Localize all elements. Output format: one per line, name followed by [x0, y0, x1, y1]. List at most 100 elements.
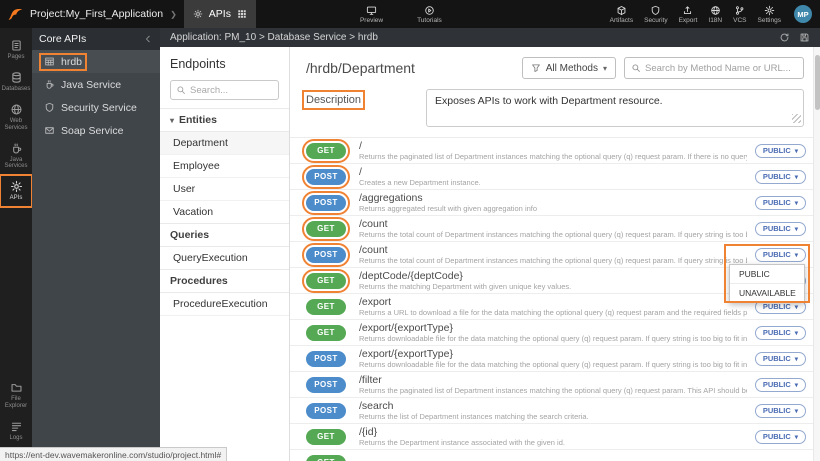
tutorials-button[interactable]: Tutorials [417, 5, 442, 24]
section-queries[interactable]: Queries [160, 223, 289, 247]
artifacts-icon [616, 5, 627, 16]
endpoints-title: Endpoints [160, 55, 289, 80]
rail-item-file-explorer[interactable]: File Explorer [0, 376, 32, 415]
description-textarea[interactable]: Exposes APIs to work with Department res… [426, 89, 804, 127]
methods-filter-dropdown[interactable]: All Methods ▾ [522, 57, 616, 79]
avatar[interactable]: MP [794, 5, 812, 23]
topbar-settings-button[interactable]: Settings [758, 5, 782, 24]
api-row: POST/Creates a new Department instance.P… [290, 164, 820, 190]
endpoint-path: /export/{exportType} [359, 322, 747, 334]
method-badge: POST [306, 169, 346, 185]
topbar: Project:My_First_Application ❯ APIs Prev… [0, 0, 820, 28]
topbar-security-button[interactable]: Security [644, 5, 667, 24]
tutorials-label: Tutorials [417, 17, 442, 24]
project-name[interactable]: Project:My_First_Application [30, 8, 163, 20]
access-value: PUBLIC [763, 328, 791, 337]
scrollbar-thumb[interactable] [815, 55, 820, 110]
soap-icon [44, 125, 55, 136]
service-item-security-service[interactable]: Security Service [32, 96, 160, 119]
api-row: GET/Returns the paginated list of Depart… [290, 138, 820, 164]
section-procedures[interactable]: Procedures [160, 269, 289, 293]
resize-grip[interactable] [792, 114, 801, 123]
save-icon[interactable] [799, 32, 810, 43]
access-option-public[interactable]: PUBLIC [730, 265, 804, 283]
access-option-unavailable[interactable]: UNAVAILABLE [730, 283, 804, 302]
endpoints-search[interactable] [170, 80, 279, 100]
access-dropdown-button[interactable]: PUBLIC▾ [755, 378, 806, 392]
service-item-soap-service[interactable]: Soap Service [32, 119, 160, 142]
access-dropdown-button[interactable]: PUBLIC▾ [755, 352, 806, 366]
page-title: /hrdb/Department [306, 60, 514, 76]
rail-item-label: File Explorer [1, 396, 31, 410]
topbar-i18n-button[interactable]: I18N [708, 5, 722, 24]
wavemaker-logo-icon[interactable] [0, 6, 30, 23]
access-dropdown-button[interactable]: PUBLIC▾ [755, 248, 806, 262]
api-row: GET/{id}Returns the Department instance … [290, 424, 820, 450]
breadcrumb-actions [779, 32, 810, 43]
caret-down-icon: ▾ [795, 147, 798, 155]
section-entities[interactable]: ▾Entities [160, 108, 289, 132]
access-dropdown-button[interactable]: PUBLIC▾ [755, 144, 806, 158]
endpoint-info: /deptCode/{deptCode}Returns the matching… [359, 270, 747, 291]
content-column: Application: PM_10 > Database Service > … [160, 28, 820, 461]
rail-item-logs[interactable]: Logs [0, 415, 32, 447]
service-item-java-service[interactable]: Java Service [32, 73, 160, 96]
rail-item-pages[interactable]: Pages [0, 34, 32, 66]
caret-down-icon: ▾ [795, 251, 798, 259]
topbar-item-label: I18N [708, 17, 722, 24]
endpoint-info: /countReturns the total count of Departm… [359, 218, 747, 239]
endpoints-search-input[interactable] [190, 85, 273, 96]
scrollbar[interactable] [813, 47, 820, 461]
access-dropdown-button[interactable]: PUBLIC▾ [755, 222, 806, 236]
method-badge: GET [306, 299, 346, 315]
access-value: PUBLIC [763, 224, 791, 233]
pages-icon [10, 39, 23, 52]
access-dropdown-button[interactable]: PUBLIC▾ [755, 196, 806, 210]
access-dropdown-button[interactable]: PUBLIC▾ [755, 430, 806, 444]
access-value: PUBLIC [763, 380, 791, 389]
method-badge: POST [306, 351, 346, 367]
search-icon [631, 63, 641, 73]
endpoint-description: Returns the paginated list of Department… [359, 152, 747, 161]
service-item-inner: Security Service [41, 101, 140, 115]
collapse-panel-icon[interactable] [143, 34, 153, 44]
access-dropdown-button[interactable]: PUBLIC▾ [755, 170, 806, 184]
grid-icon[interactable] [237, 9, 247, 19]
topbar-export-button[interactable]: Export [679, 5, 698, 24]
preview-button[interactable]: Preview [360, 5, 383, 24]
endpoint-item-queryexecution[interactable]: QueryExecution [160, 247, 289, 270]
endpoint-description: Returns aggregated result with given agg… [359, 204, 747, 213]
export-icon [682, 5, 693, 16]
endpoint-path: /filter [359, 374, 747, 386]
description-label: Description [306, 94, 361, 106]
endpoint-item-procedureexecution[interactable]: ProcedureExecution [160, 293, 289, 316]
rail-item-apis[interactable]: APIs [0, 175, 32, 207]
endpoints-sections: ▾EntitiesDepartmentEmployeeUserVacationQ… [160, 108, 289, 316]
endpoint-item-user[interactable]: User [160, 178, 289, 201]
rail-item-databases[interactable]: Databases [0, 66, 32, 98]
rail-item-web-services[interactable]: Web Services [0, 98, 32, 137]
topbar-vcs-button[interactable]: VCS [733, 5, 746, 24]
rail-item-java-services[interactable]: Java Services [0, 137, 32, 176]
method-badge: POST [306, 247, 346, 263]
api-row: POST/searchReturns the list of Departmen… [290, 398, 820, 424]
tab-apis[interactable]: APIs [184, 0, 256, 28]
method-badge: POST [306, 403, 346, 419]
service-item-label: Soap Service [61, 125, 123, 137]
service-item-hrdb[interactable]: hrdb [32, 50, 160, 73]
settings-icon [764, 5, 775, 16]
endpoint-path: / [359, 140, 747, 152]
access-dropdown-button[interactable]: PUBLIC▾ [755, 326, 806, 340]
endpoint-info: /export/{exportType}Returns downloadable… [359, 322, 747, 343]
topbar-artifacts-button[interactable]: Artifacts [610, 5, 633, 24]
endpoint-info: /exportReturns a URL to download a file … [359, 296, 747, 317]
method-search-input[interactable] [645, 63, 797, 74]
description-field: Exposes APIs to work with Department res… [426, 89, 804, 127]
endpoint-item-department[interactable]: Department [160, 132, 289, 155]
access-dropdown-button[interactable]: PUBLIC▾ [755, 404, 806, 418]
api-row: POST/filterReturns the paginated list of… [290, 372, 820, 398]
endpoint-item-employee[interactable]: Employee [160, 155, 289, 178]
method-search[interactable] [624, 57, 804, 79]
endpoint-item-vacation[interactable]: Vacation [160, 201, 289, 224]
refresh-icon[interactable] [779, 32, 790, 43]
